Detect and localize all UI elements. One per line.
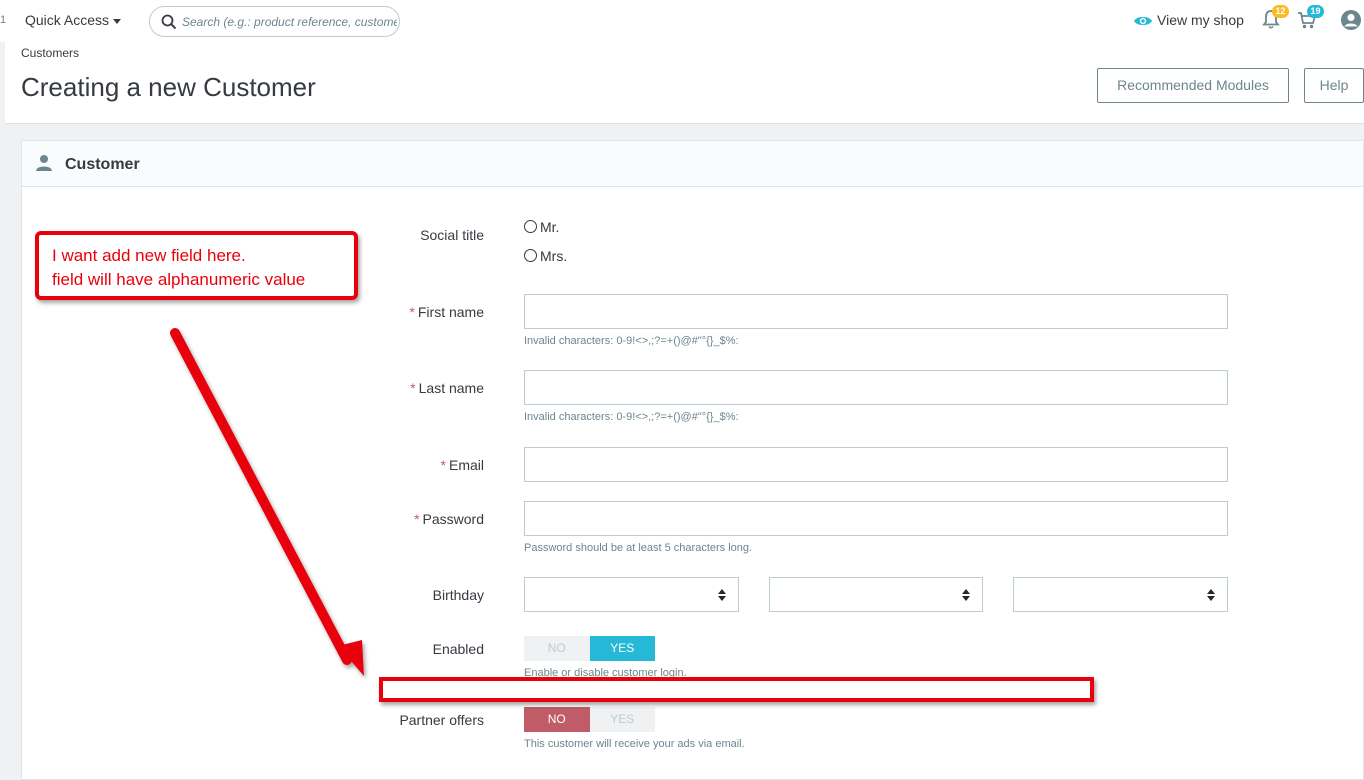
annotation-target-box <box>379 677 1094 702</box>
annotation-arrow-icon <box>170 328 364 676</box>
